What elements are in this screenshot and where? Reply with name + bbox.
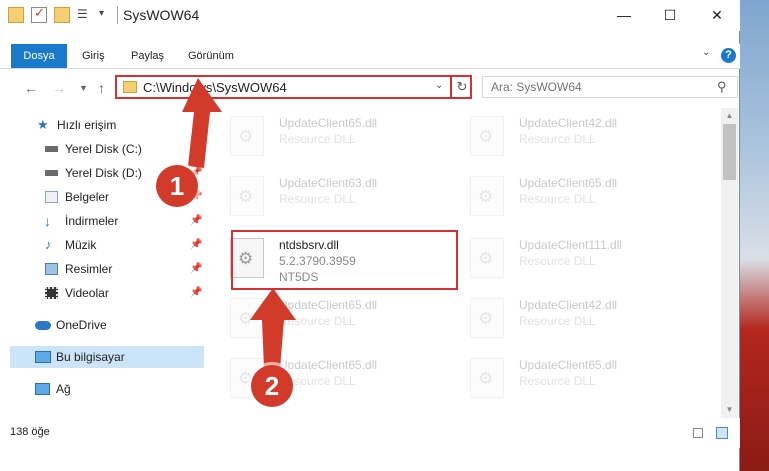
annotation-arrows bbox=[182, 78, 296, 368]
step-1-badge: 1 bbox=[156, 165, 198, 207]
arrow-to-address-bar bbox=[182, 78, 222, 168]
step-2-badge: 2 bbox=[251, 365, 293, 407]
arrow-to-target-file bbox=[250, 288, 296, 368]
